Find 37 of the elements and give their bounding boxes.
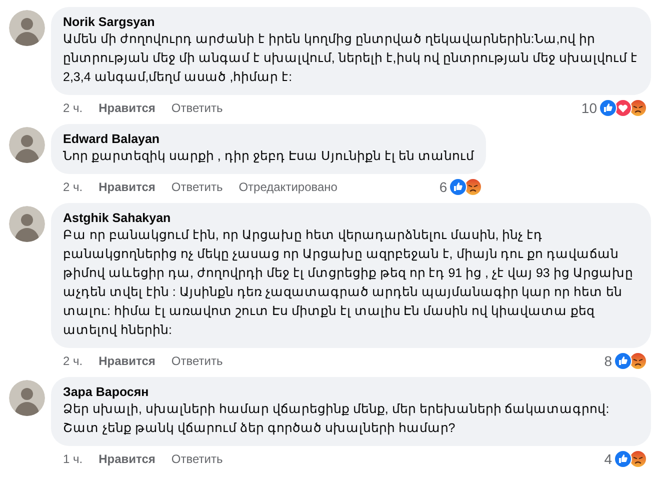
reply-link[interactable]: Ответить: [171, 451, 223, 467]
author-name[interactable]: Edward Balayan: [63, 131, 474, 147]
comment-text: Բա որ բանակցում էին, որ Արցախը հետ վերադարձնելու մասին, ինչ էդ բանակցողներից ոչ մեկը չասաց որ Արցախը ազրբեջան է, միայն դու քո դավաճան թիմով աևեցիր դա, ժողովրդի մեջ էլ մտցրեցիք թեզ որ էդ 91 ից , չէ վայ 93 ից Արցախը աչդեն տվել էին : Այսինքն դեռ չազատագրած արդեն պայմանագիր կար որ հետ են տալու: հիմա էլ առավոտ շուտ Էս միտքն էլ տալիս Էն մասին ով կիավատա քեզ ատելով հներին:: [63, 227, 634, 339]
comment-text: Ամեն մի ժողովուրդ արժանի է իրեն կողմից ընտրված ղեկավարներին:Նա,ով իր ընտրության մեջ մի անգամ է սխալվում, ներելի է,իսկ ով ընտրության մեջ սխալվում է 2,3,4 անգամ,մեղմ ասած ,հիմար է:: [63, 31, 639, 86]
reply-link[interactable]: Ответить: [171, 100, 223, 116]
angry-face-icon: [629, 450, 647, 468]
author-name[interactable]: Norik Sargsyan: [63, 14, 639, 30]
thumbs-up-icon: [614, 352, 632, 370]
avatar[interactable]: [9, 206, 45, 242]
reaction-count[interactable]: 6: [439, 179, 448, 195]
reaction-count[interactable]: 10: [581, 100, 597, 116]
thumbs-up-icon: [599, 99, 617, 117]
author-name[interactable]: Зара Варосян: [63, 384, 639, 400]
comment-text: Նոր քարտեզիկ սարքի , դիր ջեբդ Էսա Սյունիքն էլ են տանում: [63, 148, 474, 165]
timestamp[interactable]: 1 ч.: [63, 451, 83, 467]
avatar[interactable]: [9, 380, 45, 416]
angry-face-icon: [629, 352, 647, 370]
avatar[interactable]: [9, 127, 45, 163]
edited-label: Отредактировано: [238, 179, 338, 195]
timestamp[interactable]: 2 ч.: [63, 179, 83, 195]
angry-face-icon: [629, 99, 647, 117]
reply-link[interactable]: Ответить: [171, 179, 223, 195]
like-link[interactable]: Нравится: [98, 179, 156, 195]
reaction-count[interactable]: 8: [604, 353, 612, 369]
angry-face-icon: [464, 178, 482, 196]
like-link[interactable]: Нравится: [98, 353, 156, 369]
like-link[interactable]: Нравится: [98, 451, 156, 467]
thumbs-up-icon: [614, 450, 632, 468]
author-name[interactable]: Astghik Sahakyan: [63, 210, 639, 226]
thumbs-up-icon: [449, 178, 468, 196]
avatar[interactable]: [9, 10, 45, 46]
timestamp[interactable]: 2 ч.: [63, 353, 83, 369]
reply-link[interactable]: Ответить: [171, 353, 223, 369]
like-link[interactable]: Нравится: [98, 100, 156, 116]
timestamp[interactable]: 2 ч.: [63, 100, 83, 116]
comment-text: Ձեր սխալի, սխալների համար վճարեցինք մենք, մեր երեխաների ճակատագրով: Շատ չենք թանկ վճարում ձեր գործած սխալների համար?: [63, 401, 610, 437]
reaction-count[interactable]: 4: [604, 451, 612, 467]
